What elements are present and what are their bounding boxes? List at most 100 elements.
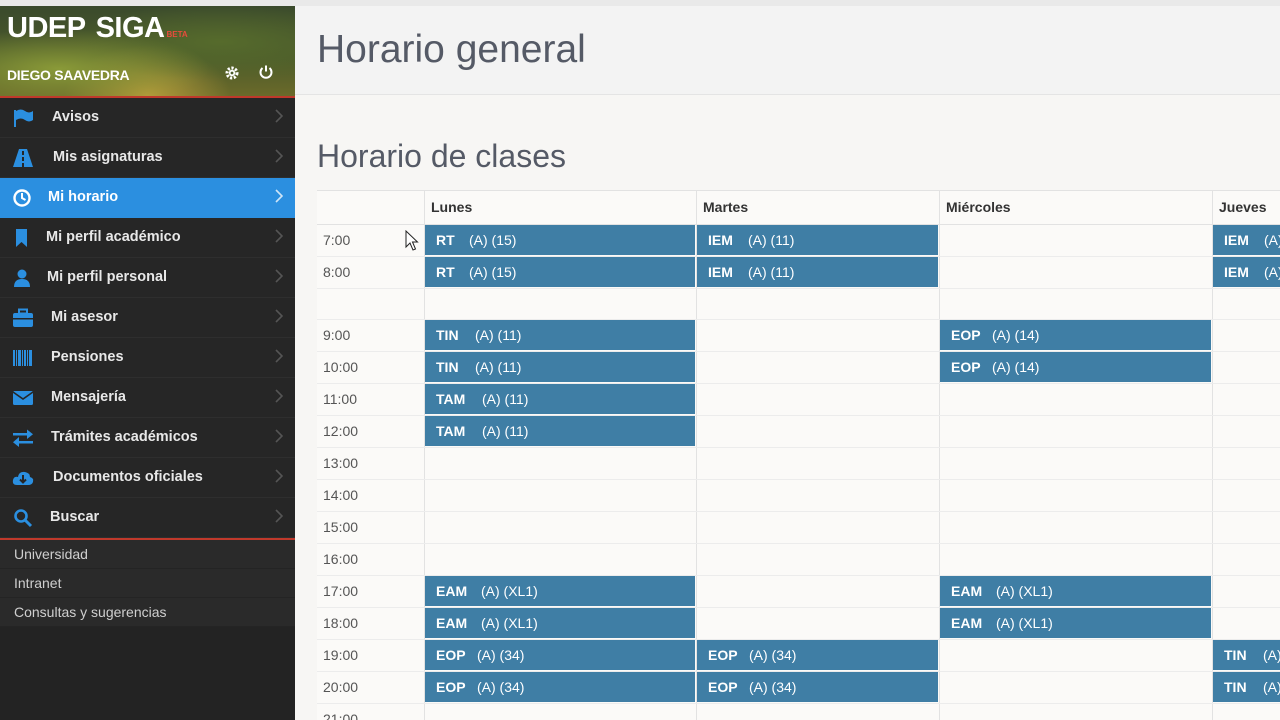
sidebar-links: Universidad Intranet Consultas y sugerenci… [0,540,295,627]
mouse-cursor-icon [405,230,419,251]
course-info: (A) [1264,232,1280,248]
sidebar-link[interactable]: Consultas y sugerencias [0,598,295,627]
chevron-right-icon [275,508,284,524]
course-code: EOP [951,327,981,343]
time-label: 11:00 [323,391,357,407]
chevron-right-icon [275,228,284,244]
row-divider [317,447,1280,448]
course-info: (A) (XL1) [481,615,538,631]
class-block[interactable]: IEM (A) [1213,225,1280,255]
class-block[interactable]: TIN (A) (11) [425,352,695,382]
class-block[interactable]: TIN (A) [1213,672,1280,702]
day-header: Martes [703,199,749,215]
class-block[interactable]: EAM (A) (XL1) [425,608,695,638]
chevron-right-icon [275,108,284,124]
course-code: RT [436,264,455,280]
class-block[interactable]: IEM (A) (11) [697,257,938,287]
class-block[interactable]: EOP (A) (34) [425,640,695,670]
course-info: (A) (34) [749,647,797,663]
row-divider [317,511,1280,512]
logo-sub: SIGA [95,12,165,44]
sidebar-item-mensajería[interactable]: Mensajería [0,378,295,418]
sidebar-item-pensiones[interactable]: Pensiones [0,338,295,378]
gear-icon[interactable] [224,65,240,86]
course-info: (A) (11) [748,232,795,248]
sidebar-item-label: Avisos [52,109,100,125]
time-label: 17:00 [323,583,359,599]
sidebar-item-trámites-académicos[interactable]: Trámites académicos [0,418,295,458]
chevron-right-icon [275,348,284,364]
class-block[interactable]: EOP (A) (34) [697,672,938,702]
time-label: 18:00 [323,615,359,631]
sidebar-item-avisos[interactable]: Avisos [0,98,295,138]
sidebar-item-buscar[interactable]: Buscar [0,498,295,538]
course-code: EAM [436,615,468,631]
power-icon[interactable] [257,63,275,81]
sidebar-item-mi-horario[interactable]: Mi horario [0,178,295,218]
course-code: IEM [1224,264,1249,280]
sidebar-item-documentos-oficiales[interactable]: Documentos oficiales [0,458,295,498]
class-block[interactable]: IEM (A) [1213,257,1280,287]
chevron-right-icon [275,148,284,164]
course-code: EOP [436,647,466,663]
course-code: EAM [951,583,983,599]
sidebar-item-label: Mi horario [48,189,119,205]
class-block[interactable]: EAM (A) (XL1) [425,576,695,606]
road-icon [12,148,34,168]
chevron-right-icon [275,268,284,284]
time-label: 7:00 [323,232,351,248]
sidebar-item-label: Trámites académicos [51,429,198,445]
barcode-icon [12,348,34,368]
sidebar-link[interactable]: Universidad [0,540,295,569]
search-icon [12,508,34,528]
course-info: (A) (XL1) [996,615,1053,631]
sidebar-item-label: Pensiones [51,349,124,365]
class-block[interactable]: EOP (A) (14) [940,352,1211,382]
course-info: (A) (11) [482,391,529,407]
schedule-table: Lunes Martes Miércoles Jueves 7:00 8:00 9:00 1… [317,190,1280,720]
class-block[interactable]: TAM (A) (11) [425,416,695,446]
sidebar-item-mi-perfil-personal[interactable]: Mi perfil personal [0,258,295,298]
time-label: 14:00 [323,487,359,503]
row-divider [317,543,1280,544]
class-block[interactable]: IEM (A) (11) [697,225,938,255]
course-info: (A) (14) [992,359,1040,375]
course-code: EOP [708,679,738,695]
sidebar-item-mi-perfil-académico[interactable]: Mi perfil académico [0,218,295,258]
sidebar-item-mis-asignaturas[interactable]: Mis asignaturas [0,138,295,178]
class-block[interactable]: EAM (A) (XL1) [940,608,1211,638]
sidebar-item-label: Mensajería [51,389,126,405]
course-code: TIN [436,327,459,343]
class-block[interactable]: EOP (A) (14) [940,320,1211,350]
app-logo[interactable]: UDEP SIGA BETA [7,12,188,45]
row-divider [317,479,1280,480]
chevron-right-icon [275,428,284,444]
class-block[interactable]: EAM (A) (XL1) [940,576,1211,606]
user-icon [12,268,34,288]
sidebar-link[interactable]: Intranet [0,569,295,598]
sidebar-item-label: Mi perfil académico [46,229,181,245]
course-info: (A) [1263,647,1280,663]
row-divider [317,703,1280,704]
row-divider [317,288,1280,289]
course-code: EAM [951,615,983,631]
course-info: (A) (11) [475,359,522,375]
page-header: Horario general [295,6,1280,95]
class-block[interactable]: EOP (A) (34) [697,640,938,670]
course-info: (A) [1263,679,1280,695]
course-code: TIN [436,359,459,375]
class-block[interactable]: TAM (A) (11) [425,384,695,414]
exchange-icon [12,428,34,448]
class-block[interactable]: RT (A) (15) [425,257,695,287]
time-label: 12:00 [323,423,359,439]
class-block[interactable]: TIN (A) [1213,640,1280,670]
time-label: 13:00 [323,455,359,471]
class-block[interactable]: EOP (A) (34) [425,672,695,702]
sidebar-item-mi-asesor[interactable]: Mi asesor [0,298,295,338]
logo-main: UDEP [7,12,86,44]
course-code: EOP [436,679,466,695]
time-label: 16:00 [323,551,359,567]
class-block[interactable]: RT (A) (15) [425,225,695,255]
class-block[interactable]: TIN (A) (11) [425,320,695,350]
flag-icon [12,108,34,128]
